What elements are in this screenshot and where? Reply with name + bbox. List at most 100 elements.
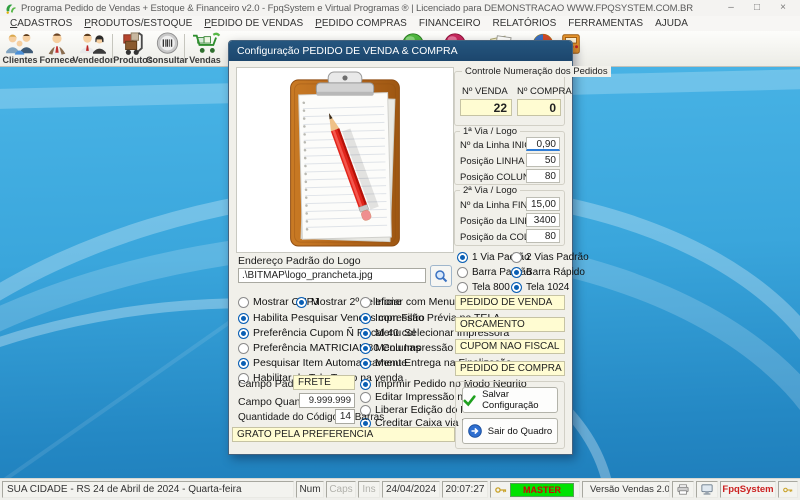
close-button[interactable]: × (770, 0, 796, 16)
status-printer[interactable] (672, 481, 694, 498)
printer-icon (677, 484, 689, 495)
search-icon (435, 270, 448, 283)
doc-type-pedido-compra[interactable]: PEDIDO DE COMPRA (455, 361, 565, 376)
maximize-button[interactable]: □ (744, 0, 770, 16)
toolbar-consultar-button[interactable]: Consultar (146, 32, 188, 65)
num-compra-label: Nº COMPRA (517, 86, 572, 97)
brand-label: FpqSystem (722, 484, 774, 495)
radio-icon (511, 266, 522, 278)
menu-financeiro[interactable]: FINANCEIRO (414, 18, 486, 29)
via1-row-label: Posição LINHA (460, 156, 525, 167)
clients-icon (6, 34, 33, 55)
seller-icon (80, 33, 106, 54)
clipboard-pencil-image (290, 71, 400, 247)
menu-relatorios[interactable]: RELATÓRIOS (488, 18, 562, 29)
dialog-titlebar[interactable]: Configuração PEDIDO DE VENDA & COMPRA (229, 41, 572, 61)
monitor-icon (701, 484, 713, 495)
toolbar-clientes-button[interactable]: Clientes (1, 32, 39, 65)
status-location: SUA CIDADE - RS 24 de Abril de 2024 - Qu… (2, 481, 294, 498)
toolbar-vendas-button[interactable]: Vendas (186, 32, 224, 65)
radio-icon (360, 342, 371, 354)
exit-button[interactable]: Sair do Quadro (462, 418, 558, 444)
insert-label: Ins (362, 484, 376, 495)
option-label: Tela 1024 (526, 281, 570, 293)
radio-icon (360, 296, 371, 308)
via2-group-title: 2ª Via / Logo (460, 185, 521, 196)
save-button-label: Salvar Configuração (482, 389, 539, 411)
exit-button-label: Sair do Quadro (487, 425, 553, 437)
numbering-group-title: Controle Numeração dos Pedidos (462, 66, 611, 77)
campo-quantidade-input[interactable]: 9.999.999 (299, 393, 355, 408)
window-title: Programa Pedido de Vendas + Estoque & Fi… (21, 2, 693, 14)
status-version: Versão Vendas 2.0 (582, 481, 670, 498)
qtd-codigo-barras-label: Quantidade do Código de Barras (238, 412, 385, 423)
menu-cadastros[interactable]: CADASTROS (5, 18, 77, 29)
products-icon (123, 32, 143, 55)
master-badge: MASTER (510, 482, 574, 497)
statusbar: SUA CIDADE - RS 24 de Abril de 2024 - Qu… (0, 478, 800, 500)
logo-path-input[interactable]: .\BITMAP\logo_prancheta.jpg (238, 268, 426, 283)
menu-produtos-estoque[interactable]: PRODUTOS/ESTOQUE (79, 18, 197, 29)
status-key[interactable] (778, 481, 798, 498)
configuration-dialog: Configuração PEDIDO DE VENDA & COMPRA En… (228, 40, 611, 455)
toolbar-fornecedor-button[interactable]: Fornece (38, 32, 76, 65)
option-2-vias-padrao[interactable]: 2 Vias Padrão (511, 251, 589, 263)
doc-type-orcamento[interactable]: ORCAMENTO (455, 317, 565, 332)
radio-icon (511, 281, 522, 293)
toolbar-separator (184, 34, 185, 63)
radio-icon (238, 312, 249, 324)
toolbar-label: Clientes (2, 55, 38, 65)
campo-padrao-input[interactable]: FRETE (293, 375, 355, 390)
menu-ferramentas[interactable]: FERRAMENTAS (563, 18, 648, 29)
menu-ajuda[interactable]: AJUDA (650, 18, 693, 29)
status-time: 20:07:27 (442, 481, 488, 498)
doc-type-pedido-venda[interactable]: PEDIDO DE VENDA (455, 295, 565, 310)
radio-icon (511, 251, 522, 263)
key-icon (495, 486, 507, 493)
capslock-label: Caps (329, 484, 353, 495)
status-brand: FpqSystem (720, 481, 776, 498)
qtd-codigo-barras-input[interactable]: 14 (335, 409, 355, 424)
via1-linha-inicial-input[interactable]: 0,90 (526, 137, 560, 151)
browse-logo-button[interactable] (430, 265, 452, 287)
status-user-level: MASTER (490, 481, 580, 498)
radio-icon (360, 357, 371, 369)
radio-icon (457, 266, 468, 278)
option-barra-rapido[interactable]: Barra Rápido (511, 266, 585, 278)
via2-linha-final-input[interactable]: 15,00 (526, 197, 560, 211)
logo-path-label: Endereço Padrão do Logo (238, 255, 361, 267)
toolbar-vendedor-button[interactable]: Vendedor (73, 32, 114, 65)
option-tela-800[interactable]: Tela 800 (457, 281, 510, 293)
option-tela-1024[interactable]: Tela 1024 (511, 281, 569, 293)
via2-posicao-linha-input[interactable]: 3400 (526, 213, 560, 227)
dialog-title: Configuração PEDIDO DE VENDA & COMPRA (237, 45, 458, 57)
option-label: Tela 800 (472, 281, 510, 293)
radio-icon (360, 327, 371, 339)
num-venda-input[interactable]: 22 (460, 99, 512, 116)
doc-type-cupom-nao-fiscal[interactable]: CUPOM NAO FISCAL (455, 339, 565, 354)
status-insert: Ins (358, 481, 380, 498)
cart-icon (193, 32, 221, 53)
option-label: Barra Rápido (526, 266, 585, 278)
num-compra-input[interactable]: 0 (517, 99, 561, 116)
via1-posicao-linha-input[interactable]: 50 (526, 153, 560, 167)
exit-arrow-icon (467, 424, 482, 438)
minimize-button[interactable]: – (718, 0, 744, 16)
via2-posicao-coluna-input[interactable]: 80 (526, 229, 560, 243)
status-numlock: Num (296, 481, 324, 498)
version-label: Versão Vendas 2.0 (590, 484, 670, 495)
supplier-icon (48, 33, 66, 56)
toolbar-label: Fornece (39, 55, 75, 65)
radio-icon (457, 251, 468, 263)
menu-pedido-de-vendas[interactable]: PEDIDO DE VENDAS (199, 18, 308, 29)
save-configuration-button[interactable]: Salvar Configuração (462, 387, 558, 413)
footer-message-field[interactable]: GRATO PELA PREFERENCIA (232, 427, 455, 442)
status-monitor[interactable] (696, 481, 718, 498)
numlock-label: Num (299, 484, 321, 495)
logo-preview-box (236, 67, 454, 253)
via1-posicao-coluna-input[interactable]: 80 (526, 169, 560, 183)
radio-icon (296, 296, 307, 308)
time-label: 20:07:27 (445, 484, 485, 495)
menu-pedido-compras[interactable]: PEDIDO COMPRAS (310, 18, 412, 29)
date-label: 24/04/2024 (385, 484, 437, 495)
